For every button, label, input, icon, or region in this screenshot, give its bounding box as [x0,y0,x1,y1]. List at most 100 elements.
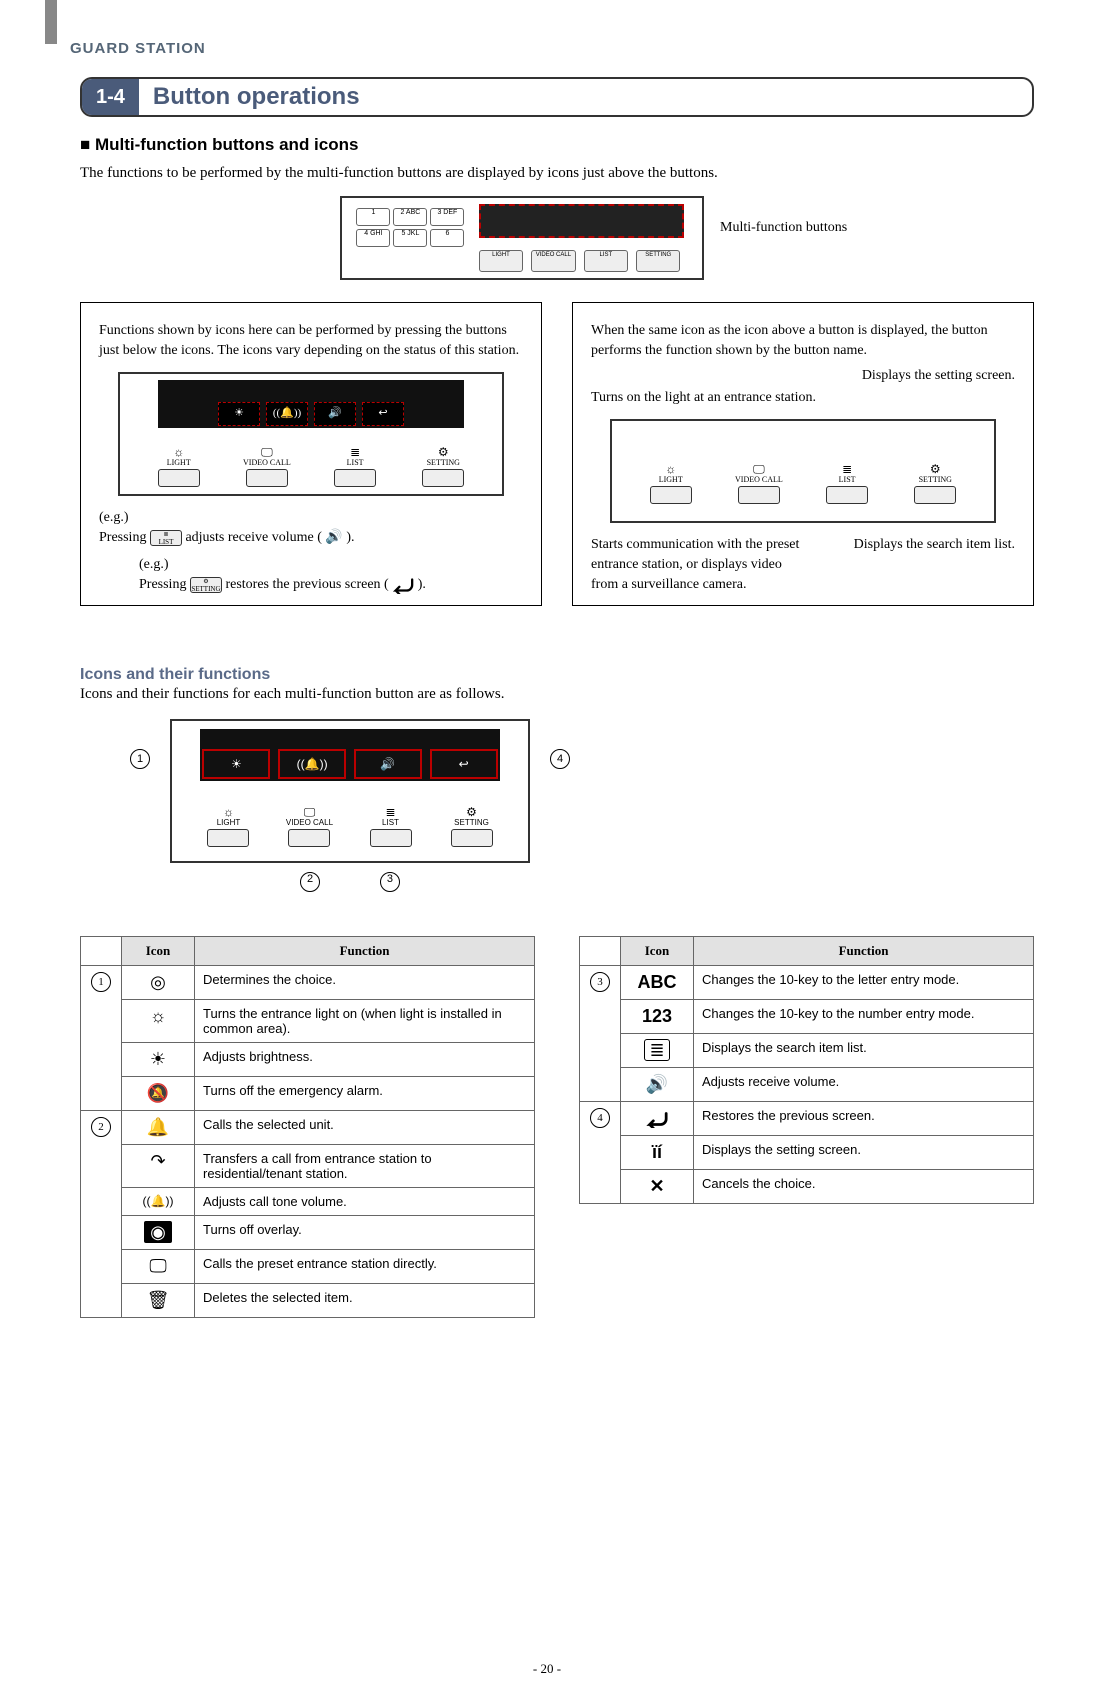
top-device-sketch: 1 2 ABC 3 DEF 4 GHI 5 JKL 6 LIGHT VIDEO … [340,196,704,280]
section-title: Button operations [139,79,374,115]
th-icon-r: Icon [621,936,694,965]
n-hw-list: ≣LIST [363,806,419,847]
left-screen: ☀ ((🔔)) 🔊 ↩ [158,380,463,428]
annot-setting: Displays the setting screen. [591,366,1015,386]
icon-determine: ◎ [122,965,195,999]
icons-sub: Icons and their functions for each multi… [80,686,1034,703]
icon-abc: ABC [621,965,694,999]
icon-delete: 🗑 [122,1283,195,1317]
eg1-prefix: (e.g.) [99,508,523,528]
left-callout-box: Functions shown by icons here can be per… [80,302,542,606]
txt-123: Changes the 10-key to the number entry m… [694,999,1034,1033]
top-mf-buttons: LIGHT VIDEO CALL LIST SETTING [479,250,681,272]
intro-text: The functions to be performed by the mul… [80,165,1034,182]
num-ic-4: ↩ [430,749,498,779]
left-box-desc: Functions shown by icons here can be per… [99,321,523,360]
right-callout-box: When the same icon as the icon above a b… [572,302,1034,606]
txt-transfer: Transfers a call from entrance station t… [195,1144,535,1187]
txt-abc: Changes the 10-key to the letter entry m… [694,965,1034,999]
txt-overlay-off: Turns off overlay. [195,1215,535,1249]
circ-2: 2 [300,872,320,892]
th-icon-l: Icon [122,936,195,965]
num-ic-2: ((🔔)) [278,749,346,779]
receive-volume-icon: 🔊 [314,402,356,426]
txt-cancel: Cancels the choice. [694,1169,1034,1203]
receive-volume-inline-icon: 🔊 [325,528,342,548]
icon-setting: ïí [621,1135,694,1169]
txt-return: Restores the previous screen. [694,1101,1034,1135]
txt-determine: Determines the choice. [195,965,535,999]
icon-123: 123 [621,999,694,1033]
icons-heading: Icons and their functions [80,666,1034,684]
txt-light-on: Turns the entrance light on (when light … [195,999,535,1042]
n-hw-light: ☼LIGHT [200,806,256,847]
btn-setting: SETTING [636,250,680,272]
icon-recv-vol: 🔊 [621,1067,694,1101]
txt-call-unit: Calls the selected unit. [195,1110,535,1144]
key-4: 4 GHI [356,229,390,247]
th-func-r: Function [694,936,1034,965]
table-num-4: 4 [590,1108,610,1128]
hw-video: 🖵VIDEO CALL [239,446,295,487]
circ-3: 3 [380,872,400,892]
btn-video: VIDEO CALL [531,250,575,272]
num-ic-1: ☀ [202,749,270,779]
txt-recv-vol: Adjusts receive volume. [694,1067,1034,1101]
annot-list: Displays the search item list. [831,535,1015,555]
r-hw-list: ≣LIST [819,463,875,504]
r-hw-setting: ⚙SETTING [907,463,963,504]
right-box-desc: When the same icon as the icon above a b… [591,321,1015,360]
txt-brightness: Adjusts brightness. [195,1042,535,1076]
call-volume-icon: ((🔔)) [266,402,308,426]
n-hw-video: 🖵VIDEO CALL [281,806,337,847]
brightness-icon: ☀ [218,402,260,426]
annot-video: Starts communication with the preset ent… [591,535,811,594]
n-hw-setting: ⚙SETTING [444,806,500,847]
keypad: 1 2 ABC 3 DEF 4 GHI 5 JKL 6 [356,208,464,247]
icon-cancel: ✕ [621,1169,694,1203]
eg2-line: Pressing ⚙SETTING restores the previous … [139,575,523,595]
hw-list: ≣LIST [327,446,383,487]
icon-call-preset: 🖵 [122,1249,195,1283]
icon-brightness: ☀ [122,1042,195,1076]
hw-light: ☼LIGHT [151,446,207,487]
icon-call-tone: ((🔔)) [122,1187,195,1215]
icon-light-on: ☼ [122,999,195,1042]
section-title-bar: 1-4 Button operations [80,77,1034,117]
right-function-table: Icon Function 3 ABC Changes the 10-key t… [579,936,1034,1204]
icon-transfer: ↷ [122,1144,195,1187]
key-3: 3 DEF [430,208,464,226]
top-screen [479,204,685,238]
left-device-sketch: ☀ ((🔔)) 🔊 ↩ ☼LIGHT 🖵VIDEO CALL ≣LIST ⚙SE… [118,372,504,496]
right-device-sketch: ☼LIGHT 🖵VIDEO CALL ≣LIST ⚙SETTING [610,419,996,523]
circ-4: 4 [550,749,570,769]
txt-setting: Displays the setting screen. [694,1135,1034,1169]
hw-setting: ⚙SETTING [415,446,471,487]
table-num-3: 3 [590,972,610,992]
txt-call-tone: Adjusts call tone volume. [195,1187,535,1215]
mfb-callout-label: Multi-function buttons [720,220,847,236]
th-func-l: Function [195,936,535,965]
table-num-1: 1 [91,972,111,992]
icon-call-unit: 🔔 [122,1110,195,1144]
sub-heading: ■ Multi-function buttons and icons [80,135,1034,155]
return-inline-icon [392,575,414,595]
return-icon: ↩ [362,402,404,426]
key-6: 6 [430,229,464,247]
num-ic-3: 🔊 [354,749,422,779]
left-function-table: Icon Function 1 ◎ Determines the choice.… [80,936,535,1318]
page-header: GUARD STATION [70,40,1034,57]
btn-light: LIGHT [479,250,523,272]
txt-search-list: Displays the search item list. [694,1033,1034,1067]
numbered-device: 1 4 ☀ ((🔔)) 🔊 ↩ ☼LIGHT 🖵VIDEO CALL ≣LIST… [170,719,530,892]
r-hw-light: ☼LIGHT [643,463,699,504]
txt-delete: Deletes the selected item. [195,1283,535,1317]
key-1: 1 [356,208,390,226]
icon-return [621,1101,694,1135]
table-num-2: 2 [91,1117,111,1137]
section-number: 1-4 [82,79,139,115]
eg1-line: Pressing ≣LIST adjusts receive volume ( … [99,528,523,548]
annot-light: Turns on the light at an entrance statio… [591,388,1015,408]
txt-alarm-off: Turns off the emergency alarm. [195,1076,535,1110]
key-2: 2 ABC [393,208,427,226]
